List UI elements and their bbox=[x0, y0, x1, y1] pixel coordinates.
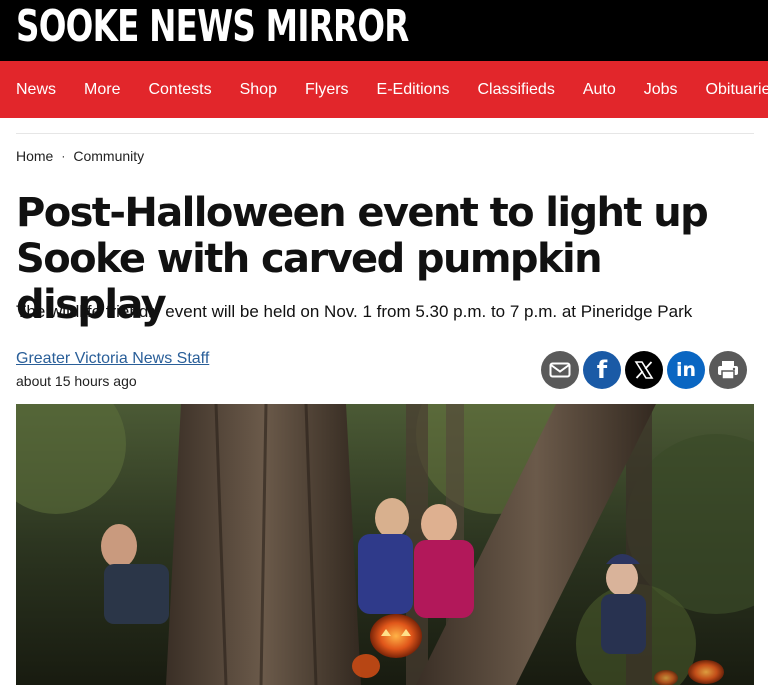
nav-item-auto[interactable]: Auto bbox=[583, 81, 616, 99]
printer-icon bbox=[718, 361, 738, 380]
breadcrumb-separator: · bbox=[61, 149, 66, 163]
main-nav: News More Contests Shop Flyers E-Edition… bbox=[0, 61, 768, 118]
nav-item-jobs[interactable]: Jobs bbox=[644, 81, 678, 99]
print-share-button[interactable] bbox=[709, 351, 747, 389]
share-buttons: f in bbox=[541, 351, 751, 389]
x-share-button[interactable] bbox=[625, 351, 663, 389]
nav-items: News More Contests Shop Flyers E-Edition… bbox=[16, 61, 768, 118]
nav-item-news[interactable]: News bbox=[16, 81, 56, 99]
nav-item-more[interactable]: More bbox=[84, 81, 120, 99]
site-logo[interactable]: SOOKE NEWS MIRROR bbox=[16, 5, 409, 49]
nav-item-classifieds[interactable]: Classifieds bbox=[477, 81, 554, 99]
breadcrumb-home[interactable]: Home bbox=[16, 148, 53, 164]
envelope-icon bbox=[549, 362, 571, 378]
nav-item-contests[interactable]: Contests bbox=[148, 81, 211, 99]
linkedin-icon: in bbox=[675, 359, 697, 381]
publish-timestamp: about 15 hours ago bbox=[16, 373, 137, 389]
x-icon bbox=[634, 361, 654, 379]
facebook-icon: f bbox=[596, 356, 608, 384]
breadcrumb: Home · Community bbox=[16, 148, 144, 164]
nav-item-shop[interactable]: Shop bbox=[240, 81, 277, 99]
header-divider bbox=[16, 133, 754, 134]
linkedin-share-button[interactable]: in bbox=[667, 351, 705, 389]
nav-item-e-editions[interactable]: E-Editions bbox=[377, 81, 450, 99]
masthead: SOOKE NEWS MIRROR bbox=[0, 0, 768, 61]
hero-image bbox=[16, 404, 754, 685]
article-subheadline: The wildlife friendly event will be held… bbox=[16, 302, 693, 321]
nav-item-obituaries[interactable]: Obituaries bbox=[706, 81, 768, 99]
facebook-share-button[interactable]: f bbox=[583, 351, 621, 389]
email-share-button[interactable] bbox=[541, 351, 579, 389]
nav-item-flyers[interactable]: Flyers bbox=[305, 81, 349, 99]
author-link[interactable]: Greater Victoria News Staff bbox=[16, 350, 209, 368]
breadcrumb-community[interactable]: Community bbox=[73, 148, 144, 164]
forest-pumpkin-photo bbox=[16, 404, 754, 685]
